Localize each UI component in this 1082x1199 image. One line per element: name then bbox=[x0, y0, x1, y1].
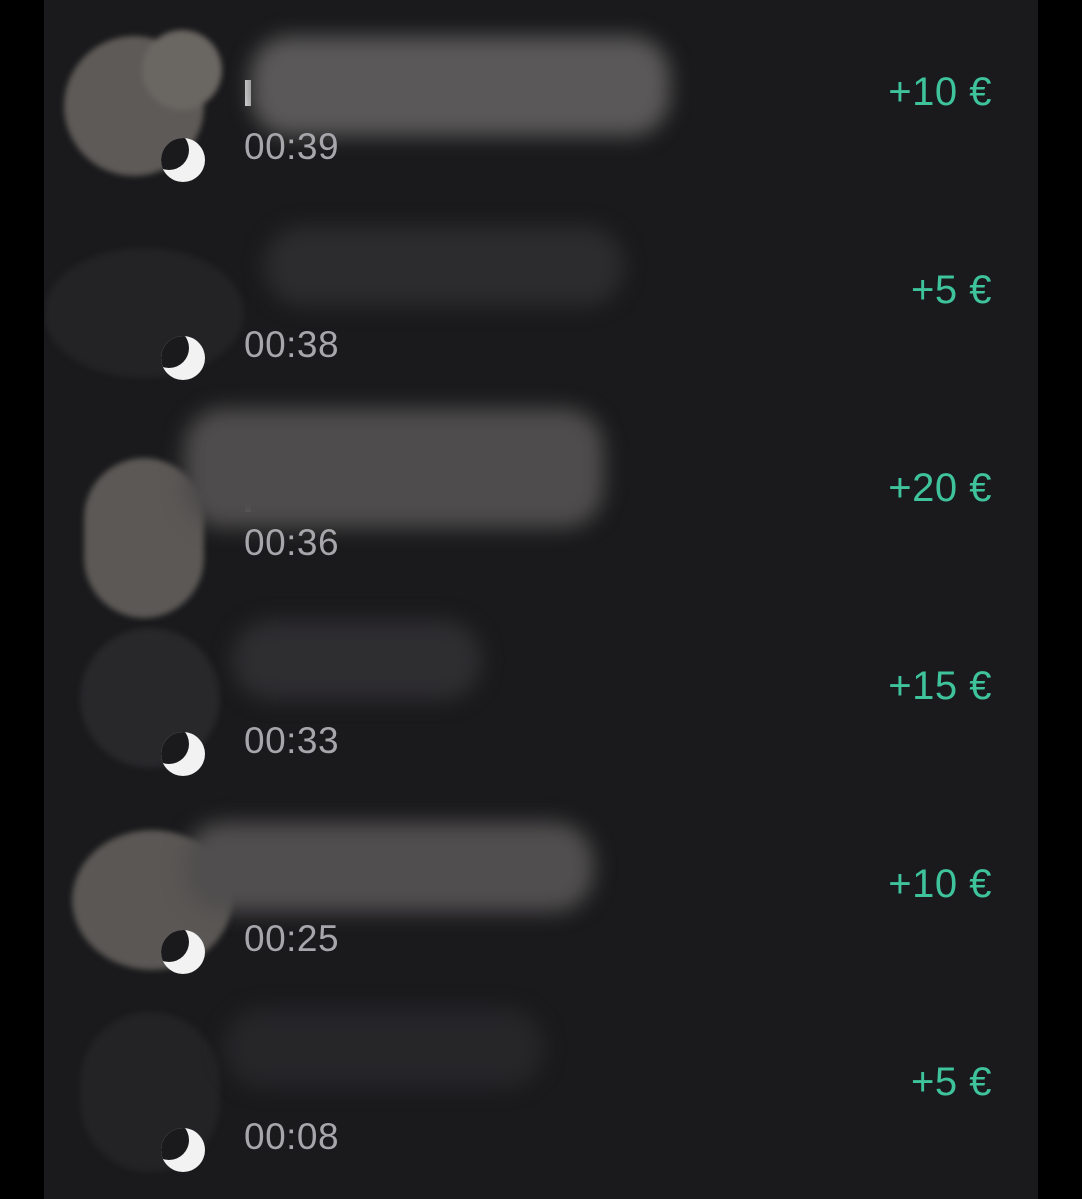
avatar bbox=[44, 248, 244, 378]
transaction-row[interactable]: 00:39 +10 € bbox=[44, 0, 1038, 198]
redacted-name bbox=[250, 36, 670, 136]
transaction-row[interactable]: 00:08 +5 € bbox=[44, 990, 1038, 1188]
transaction-time: 00:38 bbox=[244, 324, 340, 365]
transaction-row[interactable]: 00:38 +5 € bbox=[44, 198, 1038, 396]
redacted-name bbox=[224, 1008, 544, 1088]
status-badge-icon bbox=[161, 732, 205, 776]
transaction-time: 00:25 bbox=[244, 918, 340, 959]
status-badge-icon bbox=[161, 138, 205, 182]
redacted-name bbox=[232, 620, 482, 700]
redacted-name bbox=[184, 822, 594, 912]
transaction-time: 00:39 bbox=[244, 126, 340, 167]
status-badge-icon bbox=[161, 336, 205, 380]
transaction-amount: +5 € bbox=[911, 268, 992, 312]
transaction-amount: +20 € bbox=[888, 466, 992, 510]
transaction-time: 00:36 bbox=[244, 522, 340, 563]
transaction-time: 00:33 bbox=[244, 720, 340, 761]
transaction-time: 00:08 bbox=[244, 1116, 340, 1157]
transaction-amount: +5 € bbox=[911, 1060, 992, 1104]
redacted-name bbox=[184, 408, 604, 528]
redacted-name bbox=[264, 226, 624, 306]
transaction-amount: +10 € bbox=[888, 862, 992, 906]
transaction-row[interactable]: 00:33 +15 € bbox=[44, 594, 1038, 792]
transaction-row[interactable]: 00:36 +20 € bbox=[44, 396, 1038, 618]
transaction-list: 00:39 +10 € 00:38 +5 € 00:36 +20 € 00:33… bbox=[44, 0, 1038, 1199]
transaction-amount: +15 € bbox=[888, 664, 992, 708]
transaction-row[interactable]: 00:25 +10 € bbox=[44, 792, 1038, 990]
transaction-amount: +10 € bbox=[888, 70, 992, 114]
status-badge-icon bbox=[161, 1128, 205, 1172]
status-badge-icon bbox=[161, 930, 205, 974]
